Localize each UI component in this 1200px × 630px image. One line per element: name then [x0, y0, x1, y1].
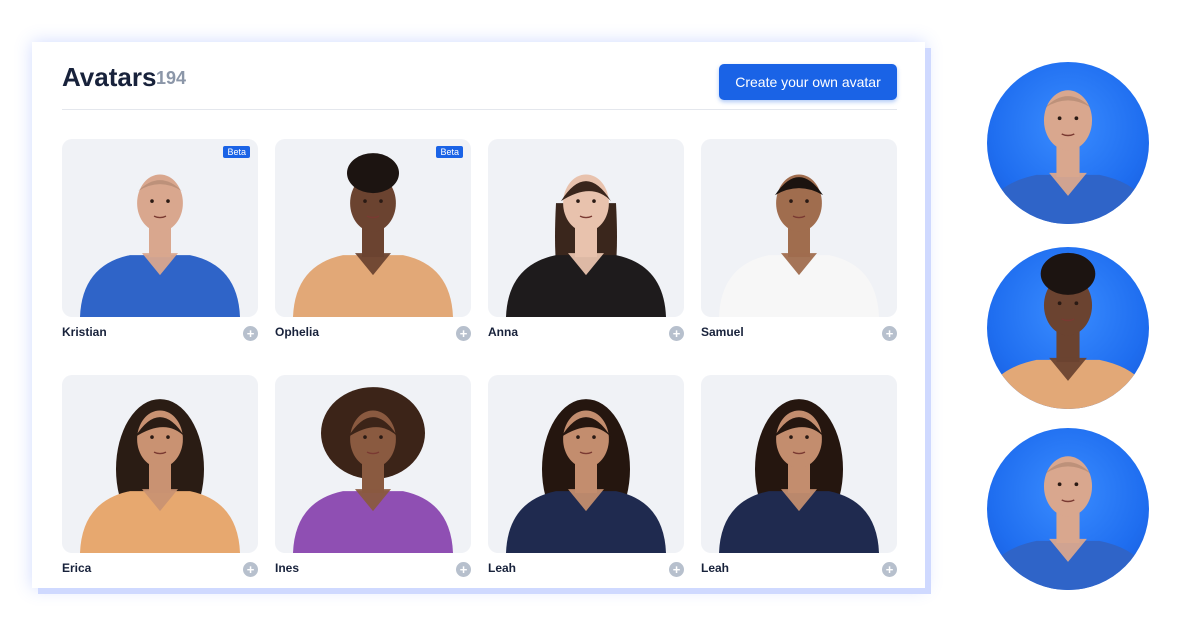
- avatar-preview-circle[interactable]: [987, 62, 1149, 224]
- avatar-portrait: [719, 174, 879, 317]
- plus-icon[interactable]: +: [243, 562, 258, 577]
- preview-portrait: [987, 456, 1149, 590]
- avatar-name: Leah: [488, 561, 517, 575]
- avatar-thumbnail[interactable]: [701, 375, 897, 553]
- avatar-count: 194: [156, 68, 187, 88]
- avatar-name: Ines: [275, 561, 300, 575]
- avatar-thumbnail[interactable]: [62, 375, 258, 553]
- avatar-preview-circle[interactable]: [987, 428, 1149, 590]
- avatar-thumbnail[interactable]: [701, 139, 897, 317]
- avatar-card[interactable]: Leah +: [701, 375, 897, 585]
- plus-icon[interactable]: +: [882, 326, 897, 341]
- avatar-portrait: [293, 153, 453, 317]
- plus-icon[interactable]: +: [456, 562, 471, 577]
- avatar-card[interactable]: Samuel +: [701, 139, 897, 349]
- avatar-name: Kristian: [62, 325, 107, 339]
- header-divider: [62, 109, 897, 110]
- avatar-name: Leah: [701, 561, 730, 575]
- avatar-portrait: [80, 174, 240, 317]
- avatar-card[interactable]: Beta Kristian +: [62, 139, 258, 349]
- plus-icon[interactable]: +: [456, 326, 471, 341]
- plus-icon[interactable]: +: [882, 562, 897, 577]
- create-avatar-button[interactable]: Create your own avatar: [719, 64, 897, 100]
- avatar-card[interactable]: Anna +: [488, 139, 684, 349]
- avatars-panel: Avatars 194 Create your own avatar Beta K…: [32, 42, 925, 588]
- plus-icon[interactable]: +: [669, 562, 684, 577]
- avatar-thumbnail[interactable]: Beta: [275, 139, 471, 317]
- preview-portrait: [987, 90, 1149, 224]
- preview-portrait: [987, 252, 1149, 409]
- beta-badge: Beta: [223, 146, 250, 158]
- avatar-thumbnail[interactable]: Beta: [62, 139, 258, 317]
- avatar-card[interactable]: Beta Ophelia +: [275, 139, 471, 349]
- page-title: Avatars: [62, 62, 157, 92]
- avatar-name: Erica: [62, 561, 92, 575]
- beta-badge: Beta: [436, 146, 463, 158]
- avatar-name: Samuel: [701, 325, 744, 339]
- avatar-thumbnail[interactable]: [488, 139, 684, 317]
- avatar-portrait: [506, 399, 666, 553]
- avatar-card[interactable]: Ines +: [275, 375, 471, 585]
- avatar-name: Ophelia: [275, 325, 320, 339]
- avatar-portrait: [293, 387, 453, 553]
- avatar-card[interactable]: Erica +: [62, 375, 258, 585]
- avatar-name: Anna: [488, 325, 518, 339]
- avatar-thumbnail[interactable]: [275, 375, 471, 553]
- plus-icon[interactable]: +: [669, 326, 684, 341]
- panel-header: Avatars 194 Create your own avatar: [62, 62, 897, 110]
- avatar-portrait: [719, 399, 879, 553]
- avatar-portrait: [506, 174, 666, 317]
- avatar-thumbnail[interactable]: [488, 375, 684, 553]
- avatar-portrait: [80, 399, 240, 553]
- avatar-preview-circle[interactable]: [987, 247, 1149, 409]
- avatar-card[interactable]: Leah +: [488, 375, 684, 585]
- plus-icon[interactable]: +: [243, 326, 258, 341]
